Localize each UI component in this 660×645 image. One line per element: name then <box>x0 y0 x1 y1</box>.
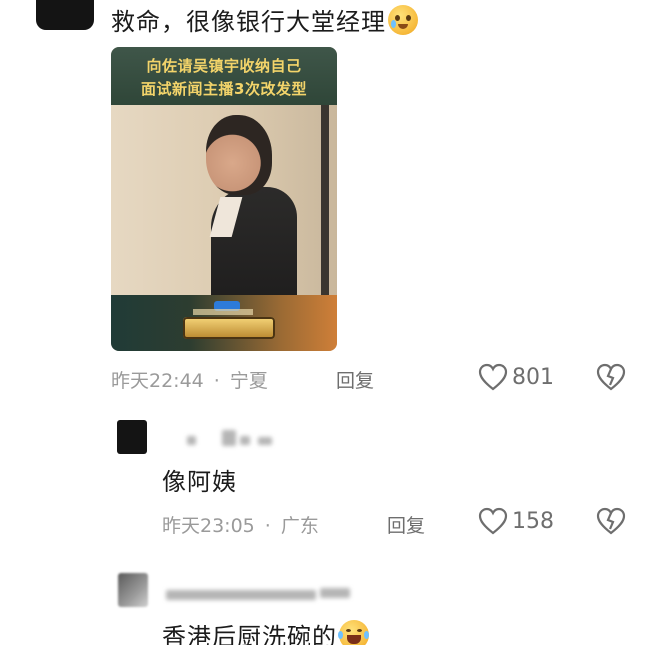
dislike-button[interactable] <box>596 363 626 395</box>
video-pillar <box>321 105 329 327</box>
video-thumbnail[interactable]: 向佐请吴镇宇收纳自己 面试新闻主播3次改发型 <box>111 47 337 351</box>
reply-button[interactable]: 回复 <box>387 511 425 538</box>
avatar[interactable] <box>117 420 147 454</box>
comment-location: 广东 <box>280 515 319 537</box>
blurred-username <box>222 430 236 446</box>
avatar[interactable] <box>118 573 148 607</box>
meta-separator: · <box>264 515 271 537</box>
comment-text-content: 救命，很像银行大堂经理 <box>111 8 386 36</box>
blurred-username <box>166 590 316 600</box>
comment-meta: 昨天22:44 · 宁夏 <box>111 366 268 393</box>
comment-time: 昨天23:05 <box>162 515 255 537</box>
meta-separator: · <box>213 370 220 392</box>
blurred-username <box>240 436 250 445</box>
show-title-logo <box>183 317 275 339</box>
heart-icon <box>478 507 508 535</box>
broken-heart-icon <box>596 507 626 535</box>
comment-meta: 昨天23:05 · 广东 <box>162 511 319 538</box>
comment-text: 救命，很像银行大堂经理 <box>111 2 418 37</box>
comment-text-content: 香港后厨洗碗的 <box>162 623 337 645</box>
dislike-button[interactable] <box>596 507 626 539</box>
avatar[interactable] <box>36 0 94 30</box>
pleading-face-emoji-icon <box>388 5 418 35</box>
comment-text: 像阿姨 <box>162 468 237 496</box>
blurred-username <box>187 436 196 445</box>
like-count: 801 <box>512 364 554 390</box>
laughing-tears-emoji-icon <box>338 620 369 645</box>
comment-text: 香港后厨洗碗的 <box>162 617 369 645</box>
like-button[interactable]: 801 <box>478 363 554 391</box>
video-person-head <box>206 115 272 195</box>
show-sub-logo <box>193 309 253 315</box>
video-caption-line: 向佐请吴镇宇收纳自己 <box>146 57 302 75</box>
video-caption-line: 面试新闻主播3次改发型 <box>141 80 307 98</box>
blurred-username <box>320 588 350 598</box>
comment-time: 昨天22:44 <box>111 370 204 392</box>
blurred-username <box>258 437 272 445</box>
broken-heart-icon <box>596 363 626 391</box>
reply-button[interactable]: 回复 <box>336 366 374 393</box>
like-count: 158 <box>512 508 554 534</box>
comment-location: 宁夏 <box>229 370 268 392</box>
like-button[interactable]: 158 <box>478 507 554 535</box>
heart-icon <box>478 363 508 391</box>
